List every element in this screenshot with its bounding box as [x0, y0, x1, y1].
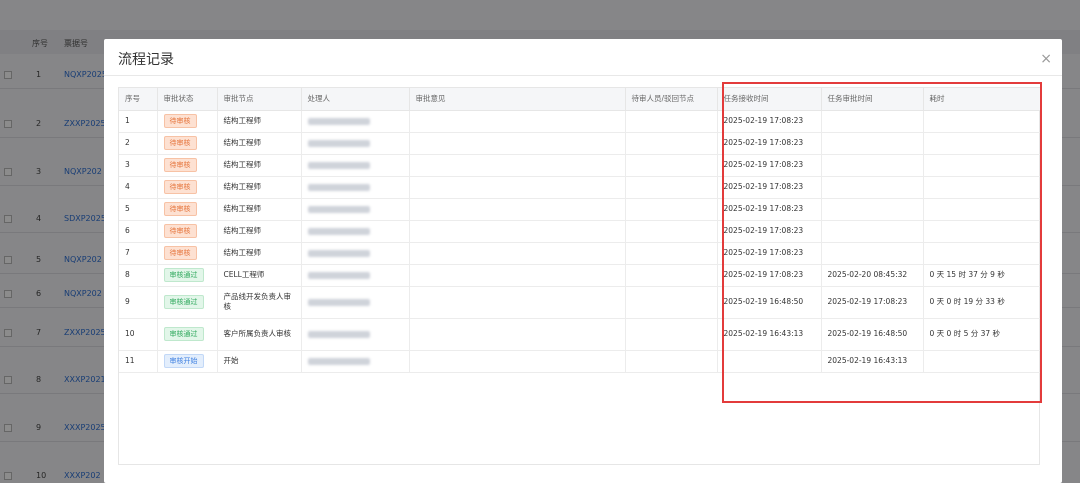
row-handler	[301, 132, 410, 155]
row-opinion	[409, 220, 626, 243]
redacted-handler-name	[307, 117, 370, 125]
row-node: 结构工程师	[217, 242, 302, 265]
row-pending	[625, 154, 718, 177]
row-status: 待审核	[157, 154, 218, 177]
row-no: 10	[119, 318, 158, 351]
row-no: 3	[119, 154, 158, 177]
row-node: 结构工程师	[217, 154, 302, 177]
row-no: 8	[119, 264, 158, 287]
row-status: 待审核	[157, 198, 218, 221]
redacted-handler-name	[307, 183, 370, 191]
row-handler	[301, 242, 410, 265]
row-opinion	[409, 286, 626, 319]
row-status: 审核通过	[157, 264, 218, 287]
row-node: 结构工程师	[217, 132, 302, 155]
row-opinion	[409, 154, 626, 177]
row-no: 9	[119, 286, 158, 319]
row-opinion	[409, 198, 626, 221]
header-node: 审批节点	[217, 88, 302, 111]
highlight-box	[722, 82, 1042, 403]
header-handler: 处理人	[301, 88, 410, 111]
row-node: 客户所属负责人审核	[217, 318, 302, 351]
row-no: 6	[119, 220, 158, 243]
row-pending	[625, 220, 718, 243]
row-opinion	[409, 264, 626, 287]
row-handler	[301, 176, 410, 199]
status-badge: 待审核	[163, 136, 197, 150]
row-status: 审核通过	[157, 318, 218, 351]
row-handler	[301, 286, 410, 319]
row-status: 待审核	[157, 242, 218, 265]
row-status: 待审核	[157, 132, 218, 155]
redacted-handler-name	[307, 330, 370, 338]
status-badge: 待审核	[163, 180, 197, 194]
row-node: 产品线开发负责人审核	[217, 286, 302, 319]
redacted-handler-name	[307, 205, 370, 213]
status-badge: 待审核	[163, 202, 197, 216]
dialog-divider	[104, 75, 1062, 76]
header-no: 序号	[119, 88, 158, 111]
row-status: 待审核	[157, 220, 218, 243]
row-pending	[625, 110, 718, 133]
dialog-title: 流程记录	[118, 52, 174, 68]
redacted-handler-name	[307, 298, 370, 306]
row-pending	[625, 264, 718, 287]
row-pending	[625, 176, 718, 199]
row-node: 开始	[217, 350, 302, 373]
row-node: 结构工程师	[217, 110, 302, 133]
row-status: 待审核	[157, 176, 218, 199]
row-opinion	[409, 132, 626, 155]
row-no: 11	[119, 350, 158, 373]
redacted-handler-name	[307, 161, 370, 169]
row-opinion	[409, 318, 626, 351]
redacted-handler-name	[307, 139, 370, 147]
redacted-handler-name	[307, 357, 370, 365]
row-handler	[301, 264, 410, 287]
row-no: 2	[119, 132, 158, 155]
close-icon[interactable]: ×	[1040, 51, 1052, 67]
row-handler	[301, 110, 410, 133]
row-handler	[301, 350, 410, 373]
row-pending	[625, 242, 718, 265]
row-opinion	[409, 242, 626, 265]
row-opinion	[409, 110, 626, 133]
row-pending	[625, 198, 718, 221]
redacted-handler-name	[307, 227, 370, 235]
row-node: CELL工程师	[217, 264, 302, 287]
row-opinion	[409, 176, 626, 199]
row-opinion	[409, 350, 626, 373]
row-node: 结构工程师	[217, 220, 302, 243]
row-status: 审核通过	[157, 286, 218, 319]
row-node: 结构工程师	[217, 198, 302, 221]
row-status: 待审核	[157, 110, 218, 133]
row-no: 4	[119, 176, 158, 199]
status-badge: 审核开始	[163, 354, 204, 368]
header-pending: 待审人员/驳回节点	[625, 88, 718, 111]
status-badge: 审核通过	[163, 327, 204, 341]
status-badge: 审核通过	[163, 268, 204, 282]
header-status: 审批状态	[157, 88, 218, 111]
row-no: 5	[119, 198, 158, 221]
redacted-handler-name	[307, 271, 370, 279]
row-node: 结构工程师	[217, 176, 302, 199]
row-status: 审核开始	[157, 350, 218, 373]
row-pending	[625, 318, 718, 351]
row-pending	[625, 286, 718, 319]
status-badge: 审核通过	[163, 295, 204, 309]
row-no: 7	[119, 242, 158, 265]
row-handler	[301, 154, 410, 177]
status-badge: 待审核	[163, 246, 197, 260]
row-pending	[625, 132, 718, 155]
status-badge: 待审核	[163, 224, 197, 238]
status-badge: 待审核	[163, 114, 197, 128]
row-pending	[625, 350, 718, 373]
row-handler	[301, 220, 410, 243]
row-no: 1	[119, 110, 158, 133]
redacted-handler-name	[307, 249, 370, 257]
status-badge: 待审核	[163, 158, 197, 172]
row-handler	[301, 198, 410, 221]
row-handler	[301, 318, 410, 351]
header-opinion: 审批意见	[409, 88, 626, 111]
